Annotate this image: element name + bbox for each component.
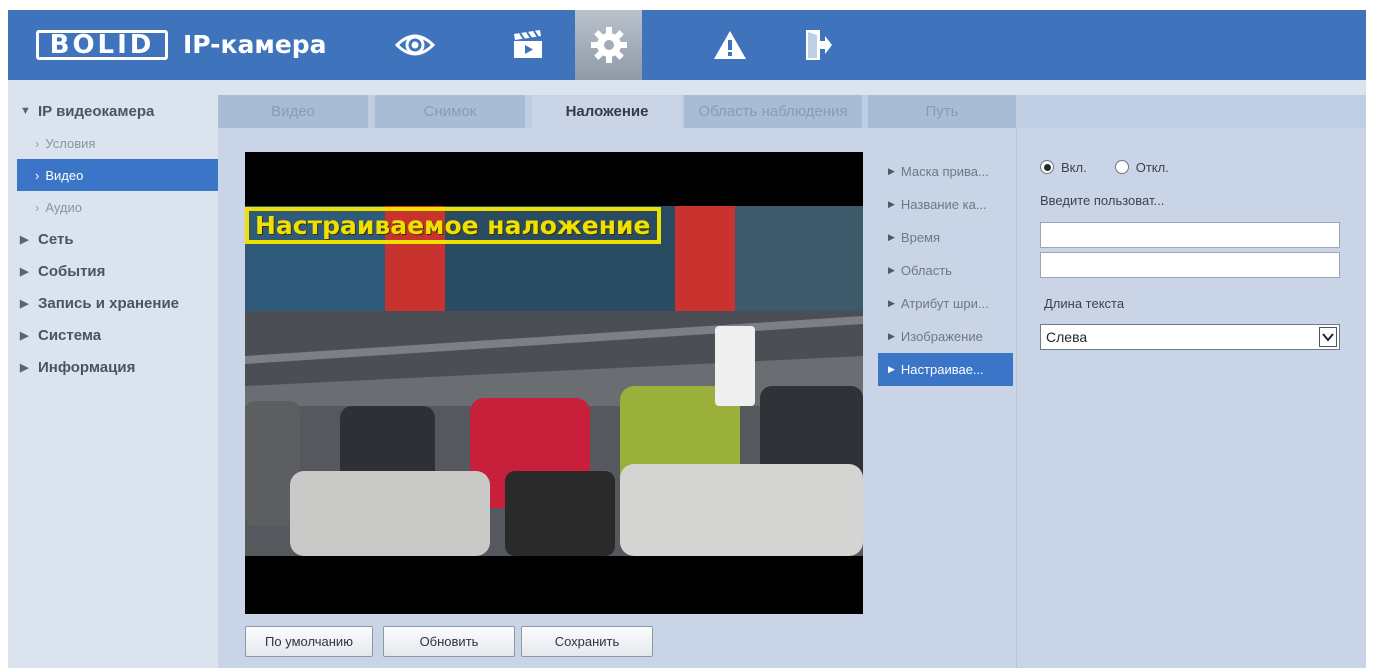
eye-icon [394, 34, 435, 56]
radio-on-label: Вкл. [1061, 159, 1087, 175]
triangle-right-icon: ▶ [888, 232, 895, 242]
refresh-button[interactable]: Обновить [383, 626, 515, 657]
sidebar-group-events[interactable]: ▶ События [8, 255, 220, 287]
triangle-right-icon: ▶ [888, 298, 895, 308]
sidebar-group-label: Запись и хранение [38, 294, 180, 312]
triangle-right-icon: ▶ [888, 364, 895, 374]
menu-item-time[interactable]: ▶ Время [878, 221, 1013, 254]
tab-snapshot[interactable]: Снимок [375, 95, 525, 128]
sidebar-group-information[interactable]: ▶ Информация [8, 351, 220, 383]
custom-text-input-2[interactable] [1040, 252, 1340, 278]
triangle-right-icon: ▶ [20, 361, 29, 374]
radio-on[interactable] [1040, 160, 1054, 174]
menu-item-font-attribute[interactable]: ▶ Атрибут шри... [878, 287, 1013, 320]
sidebar-item-video[interactable]: › Видео [17, 159, 220, 191]
menu-item-label: Область [900, 263, 952, 278]
sidebar-group-label: Система [38, 326, 102, 344]
sidebar-group-label: Сеть [38, 230, 74, 248]
menu-item-custom-overlay[interactable]: ▶ Настраивае... [878, 353, 1013, 386]
triangle-right-icon: ▶ [888, 331, 895, 341]
sidebar-item-label: Условия [45, 135, 96, 151]
menu-item-label: Атрибут шри... [900, 296, 989, 311]
sidebar-group-label: IP видеокамера [38, 102, 155, 120]
menu-item-channel-title[interactable]: ▶ Название ка... [878, 188, 1013, 221]
chevron-right-icon: › [35, 199, 40, 215]
nav-settings-button[interactable] [575, 10, 642, 80]
menu-item-label: Название ка... [900, 197, 987, 212]
tab-video[interactable]: Видео [218, 95, 368, 128]
overlay-type-menu: ▶ Маска прива... ▶ Название ка... ▶ Врем… [878, 155, 1013, 386]
logo-text: BOLID [49, 30, 155, 60]
default-button[interactable]: По умолчанию [245, 626, 373, 657]
sidebar-group-network[interactable]: ▶ Сеть [8, 223, 220, 255]
triangle-right-icon: ▶ [20, 329, 29, 342]
sidebar-group-recording-storage[interactable]: ▶ Запись и хранение [8, 287, 220, 319]
tab-path[interactable]: Путь [868, 95, 1016, 128]
text-length-label: Длина текста [1044, 296, 1125, 311]
sidebar-group-label: Информация [38, 358, 136, 376]
triangle-right-icon: ▶ [20, 233, 29, 246]
custom-text-input-1[interactable] [1040, 222, 1340, 248]
menu-item-region[interactable]: ▶ Область [878, 254, 1013, 287]
bolid-logo: BOLID [36, 30, 168, 60]
menu-item-label: Время [900, 230, 941, 245]
exit-icon [805, 30, 832, 60]
menu-item-privacy-mask[interactable]: ▶ Маска прива... [878, 155, 1013, 188]
chevron-right-icon: › [35, 167, 40, 183]
camera-scene-image [245, 206, 863, 556]
clapperboard-icon [513, 30, 542, 58]
sidebar: ▼ IP видеокамера › Условия › Видео › Ауд… [8, 95, 220, 383]
menu-item-picture[interactable]: ▶ Изображение [878, 320, 1013, 353]
triangle-down-icon: ▼ [20, 105, 31, 117]
select-value: Слева [1046, 329, 1088, 345]
custom-text-label: Введите пользоват... [1040, 193, 1165, 208]
camera-web-ui: BOLID IP-камера ▼ IP видеокамера › Услов… [8, 10, 1366, 668]
sidebar-item-audio[interactable]: › Аудио [8, 191, 220, 223]
warning-icon [713, 31, 746, 59]
triangle-right-icon: ▶ [20, 265, 29, 278]
menu-item-label: Настраивае... [900, 362, 984, 377]
tab-overlay[interactable]: Наложение [532, 95, 682, 128]
main-content: Видео Снимок Наложение Область наблюдени… [218, 95, 1366, 668]
sidebar-group-ip-camera[interactable]: ▼ IP видеокамера [8, 95, 220, 127]
tab-bar: Видео Снимок Наложение Область наблюдени… [218, 95, 1366, 128]
sidebar-item-conditions[interactable]: › Условия [8, 127, 220, 159]
sidebar-group-system[interactable]: ▶ Система [8, 319, 220, 351]
save-button[interactable]: Сохранить [521, 626, 653, 657]
product-title: IP-камера [183, 30, 327, 59]
nav-logout-button[interactable] [784, 10, 851, 80]
nav-playback-button[interactable] [494, 10, 561, 80]
triangle-right-icon: ▶ [888, 265, 895, 275]
panel-divider [1016, 128, 1017, 668]
top-header: BOLID IP-камера [8, 10, 1366, 80]
triangle-right-icon: ▶ [888, 166, 895, 176]
chevron-right-icon: › [35, 135, 40, 151]
tab-surveillance-area[interactable]: Область наблюдения [684, 95, 862, 128]
gear-icon [590, 27, 627, 63]
nav-live-view-button[interactable] [381, 10, 448, 80]
radio-off-label: Откл. [1135, 159, 1169, 175]
triangle-right-icon: ▶ [888, 199, 895, 209]
text-align-select[interactable]: Слева [1040, 324, 1340, 350]
chevron-down-icon[interactable] [1319, 327, 1337, 347]
custom-overlay-text[interactable]: Настраиваемое наложение [245, 207, 661, 244]
radio-group-enable: Вкл. Откл. [1040, 157, 1169, 177]
video-preview[interactable]: Настраиваемое наложение [245, 152, 863, 614]
menu-item-label: Маска прива... [900, 164, 989, 179]
triangle-right-icon: ▶ [20, 297, 29, 310]
menu-item-label: Изображение [900, 329, 983, 344]
sidebar-item-label: Аудио [45, 199, 83, 215]
radio-off[interactable] [1114, 160, 1129, 174]
nav-alarm-button[interactable] [696, 10, 763, 80]
sidebar-item-label: Видео [45, 167, 84, 183]
sidebar-group-label: События [38, 262, 106, 280]
